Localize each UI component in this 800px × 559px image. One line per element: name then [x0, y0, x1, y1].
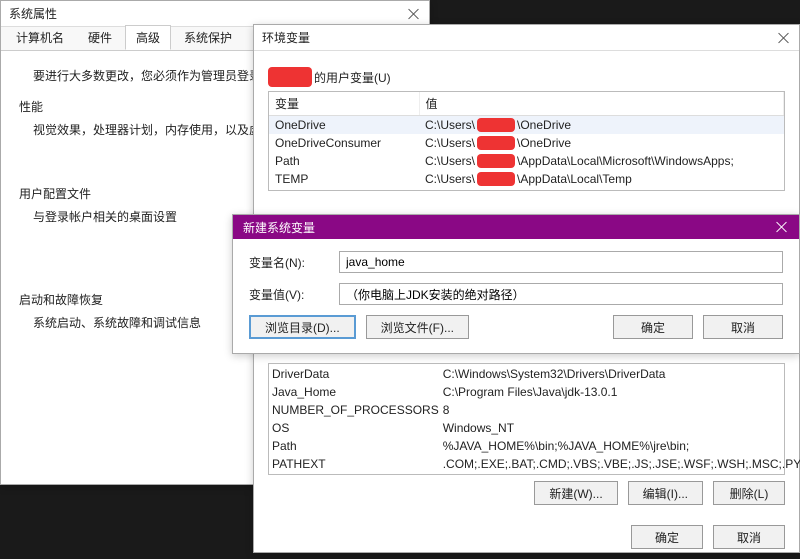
system-vars-table[interactable]: DriverDataC:\Windows\System32\Drivers\Dr…: [268, 363, 785, 475]
tab-hardware[interactable]: 硬件: [77, 25, 123, 50]
window-title: 环境变量: [262, 29, 310, 46]
var-name-cell: OneDriveConsumer: [269, 134, 419, 152]
var-name-cell: TEMP: [269, 170, 419, 188]
var-value-cell: C:\Program Files\Java\jdk-13.0.1: [442, 384, 800, 400]
var-value-cell: 8: [442, 402, 800, 418]
col-variable: 变量: [269, 92, 419, 116]
var-name-cell: DriverData: [271, 366, 440, 382]
delete-button[interactable]: 删除(L): [713, 481, 785, 505]
close-icon[interactable]: [777, 31, 791, 45]
var-value-cell: %JAVA_HOME%\bin;%JAVA_HOME%\jre\bin;: [442, 438, 800, 454]
user-vars-suffix: 的用户变量(U): [314, 69, 391, 86]
close-icon[interactable]: [775, 220, 789, 234]
var-value-cell: C:\Windows\System32\Drivers\DriverData: [442, 366, 800, 382]
dialog-body: 变量名(N): 变量值(V): 浏览目录(D)... 浏览文件(F)... 确定…: [233, 239, 799, 351]
var-value-cell: .COM;.EXE;.BAT;.CMD;.VBS;.VBE;.JS;.JSE;.…: [442, 456, 800, 472]
new-button[interactable]: 新建(W)...: [534, 481, 617, 505]
table-row[interactable]: OneDriveConsumerC:\Users\\OneDrive: [269, 134, 784, 152]
table-row[interactable]: Path%JAVA_HOME%\bin;%JAVA_HOME%\jre\bin;: [271, 438, 800, 454]
user-vars-label: 的用户变量(U): [268, 67, 785, 87]
window-titlebar: 环境变量: [254, 25, 799, 51]
table-row[interactable]: PathC:\Users\\AppData\Local\Microsoft\Wi…: [269, 152, 784, 170]
var-name-cell: Path: [269, 152, 419, 170]
sysvar-buttons: 新建(W)... 编辑(I)... 删除(L): [268, 481, 785, 505]
table-header-row: 变量 值: [269, 92, 784, 116]
table-row[interactable]: PATHEXT.COM;.EXE;.BAT;.CMD;.VBS;.VBE;.JS…: [271, 456, 800, 472]
var-value-cell: C:\Users\\AppData\Local\Microsoft\Window…: [419, 152, 784, 170]
cancel-button[interactable]: 取消: [703, 315, 783, 339]
redacted-icon: [477, 136, 515, 150]
tab-system-protection[interactable]: 系统保护: [173, 25, 243, 50]
var-name-cell: OS: [271, 420, 440, 436]
ok-button[interactable]: 确定: [631, 525, 703, 549]
dialog-title: 新建系统变量: [243, 219, 315, 236]
table-row[interactable]: OSWindows_NT: [271, 420, 800, 436]
tab-advanced[interactable]: 高级: [125, 25, 171, 50]
tab-computer-name[interactable]: 计算机名: [5, 25, 75, 50]
var-name-cell: Path: [271, 438, 440, 454]
var-value-cell: C:\Users\\OneDrive: [419, 116, 784, 135]
var-value-cell: Windows_NT: [442, 420, 800, 436]
cancel-button[interactable]: 取消: [713, 525, 785, 549]
var-value-label: 变量值(V):: [249, 286, 339, 303]
user-vars-table[interactable]: 变量 值 OneDriveC:\Users\\OneDriveOneDriveC…: [268, 91, 785, 191]
redacted-icon: [477, 154, 515, 168]
redacted-icon: [477, 118, 515, 132]
browse-directory-button[interactable]: 浏览目录(D)...: [249, 315, 356, 339]
table-row[interactable]: OneDriveC:\Users\\OneDrive: [269, 116, 784, 135]
close-icon[interactable]: [407, 7, 421, 21]
table-row[interactable]: NUMBER_OF_PROCESSORS8: [271, 402, 800, 418]
var-value-cell: C:\Users\\AppData\Local\Temp: [419, 170, 784, 188]
var-name-label: 变量名(N):: [249, 254, 339, 271]
var-name-cell: OneDrive: [269, 116, 419, 135]
table-row[interactable]: Java_HomeC:\Program Files\Java\jdk-13.0.…: [271, 384, 800, 400]
new-system-variable-dialog: 新建系统变量 变量名(N): 变量值(V): 浏览目录(D)... 浏览文件(F…: [232, 214, 800, 354]
table-row[interactable]: TEMPC:\Users\\AppData\Local\Temp: [269, 170, 784, 188]
var-name-input[interactable]: [339, 251, 783, 273]
var-value-cell: C:\Users\\OneDrive: [419, 134, 784, 152]
window-title: 系统属性: [9, 5, 57, 22]
browse-file-button[interactable]: 浏览文件(F)...: [366, 315, 469, 339]
redacted-icon: [477, 172, 515, 186]
col-value: 值: [419, 92, 784, 116]
ok-button[interactable]: 确定: [613, 315, 693, 339]
var-name-cell: NUMBER_OF_PROCESSORS: [271, 402, 440, 418]
var-name-cell: PATHEXT: [271, 456, 440, 472]
redacted-username-icon: [268, 67, 312, 87]
var-name-cell: Java_Home: [271, 384, 440, 400]
var-value-input[interactable]: [339, 283, 783, 305]
dialog-titlebar: 新建系统变量: [233, 215, 799, 239]
edit-button[interactable]: 编辑(I)...: [628, 481, 703, 505]
dialog-buttons: 确定 取消: [268, 525, 785, 549]
table-row[interactable]: DriverDataC:\Windows\System32\Drivers\Dr…: [271, 366, 800, 382]
